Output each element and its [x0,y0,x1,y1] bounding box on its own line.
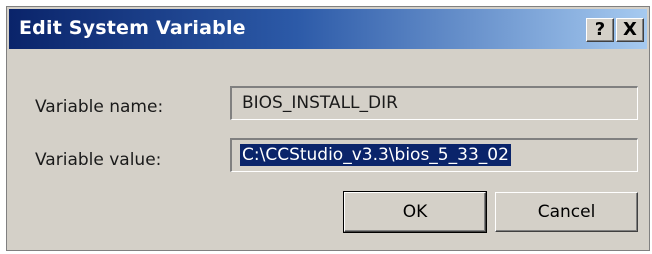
variable-value-field[interactable]: C:\CCStudio_v3.3\bios_5_33_02 [230,138,638,172]
help-icon: ? [594,19,606,40]
title-bar[interactable]: Edit System Variable ? X [9,9,647,49]
variable-name-field[interactable]: BIOS_INSTALL_DIR [230,86,638,120]
dialog-title: Edit System Variable [19,17,246,39]
ok-button[interactable]: OK [343,191,487,233]
close-button[interactable]: X [616,18,644,42]
variable-name-value: BIOS_INSTALL_DIR [242,93,398,113]
variable-name-label: Variable name: [35,97,164,117]
help-button[interactable]: ? [586,18,614,42]
edit-system-variable-dialog: Edit System Variable ? X Variable name: … [6,6,650,251]
variable-value-label: Variable value: [35,150,162,170]
variable-value-selected-text: C:\CCStudio_v3.3\bios_5_33_02 [240,144,511,166]
close-icon: X [623,19,637,40]
cancel-button[interactable]: Cancel [495,192,638,232]
